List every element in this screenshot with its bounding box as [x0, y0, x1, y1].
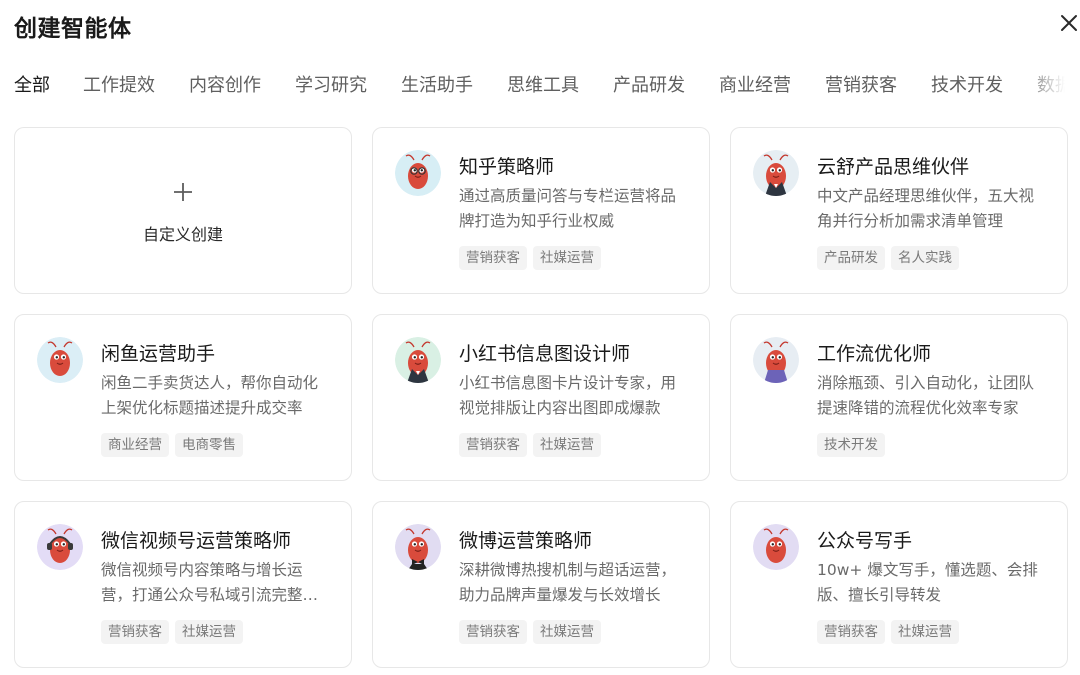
agent-name: 工作流优化师 [817, 343, 932, 365]
category-tag: 社媒运营 [533, 246, 601, 270]
tab-business[interactable]: 商业经营 [719, 72, 791, 100]
agent-description: 小红书信息图卡片设计专家，用视觉排版让内容出图即成爆款 [459, 374, 677, 417]
agent-card[interactable]: 微信视频号运营策略师微信视频号内容策略与增长运营，打通公众号私域引流完整… 营销获… [14, 501, 352, 668]
category-tag: 电商零售 [175, 433, 243, 457]
agent-description: 中文产品经理思维伙伴，五大视角并行分析加需求清单管理 [817, 187, 1035, 230]
tab-tech-dev[interactable]: 技术开发 [931, 72, 1003, 100]
category-tag: 营销获客 [459, 433, 527, 457]
tab-content-creation[interactable]: 内容创作 [189, 72, 261, 100]
agent-card[interactable]: 小红书信息图设计师小红书信息图卡片设计专家，用视觉排版让内容出图即成爆款营销获客… [372, 314, 710, 481]
agent-name: 闲鱼运营助手 [101, 343, 216, 365]
tab-work-efficiency[interactable]: 工作提效 [83, 72, 155, 100]
agent-name: 微信视频号运营策略师 [101, 530, 292, 552]
category-tag: 社媒运营 [533, 433, 601, 457]
tab-thinking-tools[interactable]: 思维工具 [507, 72, 579, 100]
agent-tags: 营销获客 社媒运营 [459, 433, 601, 457]
page-title: 创建智能体 [14, 16, 132, 42]
agent-tags: 产品研发 名人实践 [817, 246, 959, 270]
custom-create-label: 自定义创建 [142, 224, 223, 244]
agent-card[interactable]: 闲鱼运营助手闲鱼二手卖货达人，帮你自动化上架优化标题描述提升成交率商业经营 电商零… [14, 314, 352, 481]
agent-avatar [37, 337, 83, 383]
agent-description: 深耕微博热搜机制与超话运营，助力品牌声量爆发与长效增长 [459, 561, 677, 604]
agent-description: 通过高质量问答与专栏运营将品牌打造为知乎行业权威 [459, 187, 677, 230]
category-tag: 名人实践 [891, 246, 959, 270]
agent-tags: 营销获客 社媒运营 [459, 620, 601, 644]
agent-name: 知乎策略师 [459, 156, 555, 178]
agent-avatar [37, 524, 83, 570]
agent-avatar [395, 524, 441, 570]
agent-description: 闲鱼二手卖货达人，帮你自动化上架优化标题描述提升成交率 [101, 374, 319, 417]
category-tag: 社媒运营 [891, 620, 959, 644]
tab-marketing[interactable]: 营销获客 [825, 72, 897, 100]
plus-icon [172, 177, 194, 207]
agent-tags: 技术开发 [817, 433, 885, 457]
category-tag: 商业经营 [101, 433, 169, 457]
agent-tags: 营销获客 社媒运营 [817, 620, 959, 644]
close-icon[interactable] [1058, 12, 1080, 34]
category-tag: 营销获客 [101, 620, 169, 644]
agent-avatar [753, 524, 799, 570]
agent-card[interactable]: 云舒产品思维伙伴中文产品经理思维伙伴，五大视角并行分析加需求清单管理产品研发 名人… [730, 127, 1068, 294]
tab-life-assistant[interactable]: 生活助手 [401, 72, 473, 100]
agent-avatar [753, 150, 799, 196]
agent-tags: 商业经营 电商零售 [101, 433, 243, 457]
agent-avatar [395, 150, 441, 196]
category-tag: 社媒运营 [175, 620, 243, 644]
category-tag: 技术开发 [817, 433, 885, 457]
agent-name: 公众号写手 [817, 530, 913, 552]
category-tabs: 全部 工作提效 内容创作 学习研究 生活助手 思维工具 产品研发 商业经营 营销… [14, 72, 1080, 102]
agent-card[interactable]: 工作流优化师消除瓶颈、引入自动化，让团队提速降错的流程优化效率专家技术开发 [730, 314, 1068, 481]
category-tag: 产品研发 [817, 246, 885, 270]
agent-name: 小红书信息图设计师 [459, 343, 631, 365]
agent-card[interactable]: 公众号写手 10w+ 爆文写手，懂选题、会排版、擅长引导转发营销获客 社媒运营 [730, 501, 1068, 668]
tab-all[interactable]: 全部 [14, 72, 50, 100]
tab-study-research[interactable]: 学习研究 [295, 72, 367, 100]
category-tag: 社媒运营 [533, 620, 601, 644]
tab-product-dev[interactable]: 产品研发 [613, 72, 685, 100]
agent-card[interactable]: 知乎策略师通过高质量问答与专栏运营将品牌打造为知乎行业权威营销获客 社媒运营 [372, 127, 710, 294]
agent-tags: 营销获客 社媒运营 [101, 620, 243, 644]
category-tag: 营销获客 [459, 620, 527, 644]
category-tag: 营销获客 [817, 620, 885, 644]
tab-data-analysis[interactable]: 数据分 [1037, 72, 1080, 100]
agent-avatar [395, 337, 441, 383]
category-tag: 营销获客 [459, 246, 527, 270]
agent-name: 微博运营策略师 [459, 530, 593, 552]
agent-tags: 营销获客 社媒运营 [459, 246, 601, 270]
agent-description: 微信视频号内容策略与增长运营，打通公众号私域引流完整… [101, 561, 319, 604]
agent-description: 消除瓶颈、引入自动化，让团队提速降错的流程优化效率专家 [817, 374, 1035, 417]
agent-description: 10w+ 爆文写手，懂选题、会排版、擅长引导转发 [817, 561, 1038, 604]
agent-avatar [753, 337, 799, 383]
agent-name: 云舒产品思维伙伴 [817, 156, 970, 178]
agent-card[interactable]: 微博运营策略师深耕微博热搜机制与超话运营，助力品牌声量爆发与长效增长营销获客 社媒… [372, 501, 710, 668]
custom-create-card[interactable]: 自定义创建 [14, 127, 352, 294]
